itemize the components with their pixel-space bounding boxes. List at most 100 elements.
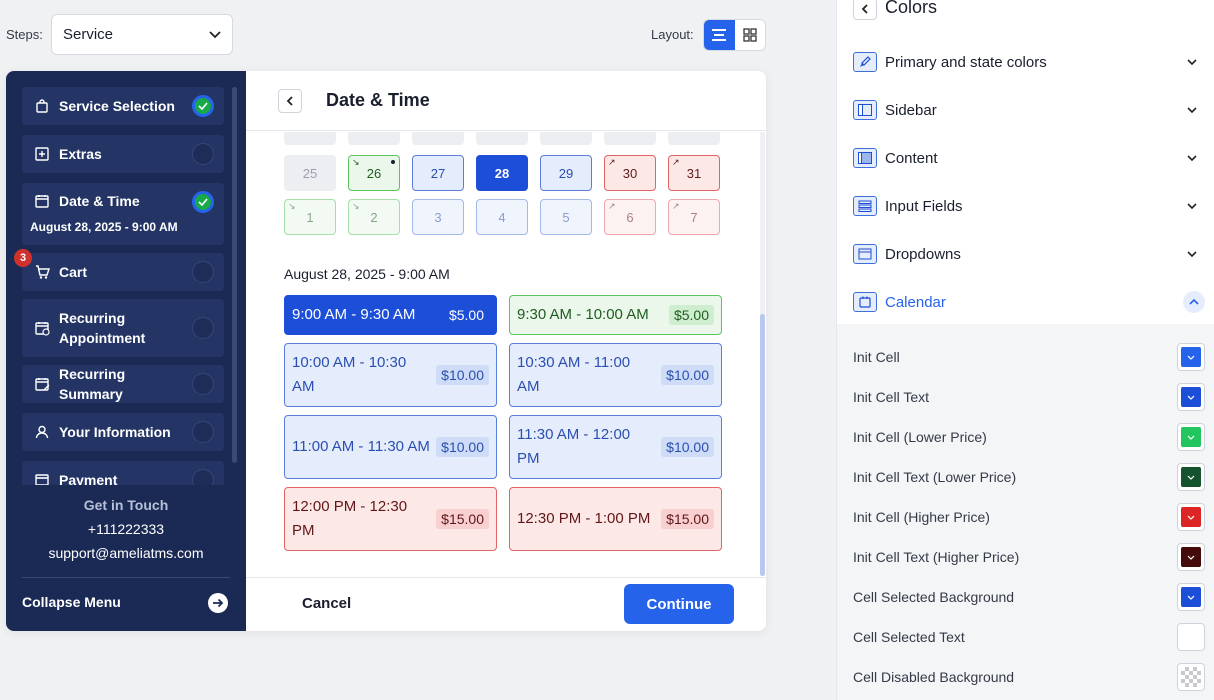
accordion-label: Sidebar [885, 101, 937, 119]
calendar-day-cell[interactable]: 3 [412, 199, 464, 235]
main-scrollbar-thumb[interactable] [760, 314, 765, 576]
sidebar-item-date-time[interactable]: Date & Time August 28, 2025 - 9:00 AM [22, 183, 224, 245]
color-picker[interactable] [1177, 503, 1205, 531]
color-picker[interactable] [1177, 463, 1205, 491]
sidebar-item-label: Cart [59, 264, 88, 280]
panel-back-button[interactable] [853, 0, 877, 20]
color-picker[interactable] [1177, 383, 1205, 411]
calendar-day-cell[interactable]: 4 [476, 199, 528, 235]
time-slot-time: 9:00 AM - 9:30 AM [292, 306, 416, 323]
time-slot[interactable]: 12:00 PM - 12:30 PM $15.00 [284, 487, 497, 551]
calendar-color-list: Init Cell Init Cell Text Init Cell (Lowe… [837, 324, 1214, 700]
sidebar-item-extras[interactable]: Extras [22, 135, 224, 173]
calendar-icon [853, 292, 877, 312]
color-picker[interactable] [1177, 423, 1205, 451]
calendar-day-cell: 19 [348, 132, 400, 145]
support-phone: +111222333 [87, 521, 165, 537]
sidebar-item-cart[interactable]: Cart [22, 253, 224, 291]
user-icon [34, 424, 50, 440]
calendar-day-cell: 21 [476, 132, 528, 145]
calendar-day-cell-selected[interactable]: 28 [476, 155, 528, 191]
chevron-down-icon [209, 28, 221, 42]
time-slot-time: 11:00 AM - 11:30 AM [292, 438, 430, 455]
calendar-day-cell[interactable]: 27 [412, 155, 464, 191]
calendar-day-cell[interactable]: ↗ 30 [604, 155, 656, 191]
collapse-menu-label[interactable]: Collapse Menu [22, 594, 121, 610]
sidebar-item-payment[interactable]: Payment [22, 461, 224, 485]
day-number: 30 [622, 165, 638, 181]
list-layout-icon [712, 29, 727, 41]
grid-layout-button[interactable] [735, 20, 766, 50]
time-slot[interactable]: 12:30 PM - 1:00 PM $15.00 [509, 487, 722, 551]
accordion-content[interactable]: Content [853, 144, 1205, 172]
time-slot-time: 9:30 AM - 10:00 AM [517, 306, 649, 323]
calendar-day-cell[interactable]: ↘ 2 [348, 199, 400, 235]
accordion-sidebar[interactable]: Sidebar [853, 96, 1205, 124]
steps-label: Steps: [6, 27, 43, 42]
arrow-right-icon[interactable] [208, 593, 228, 613]
accordion-input-fields[interactable]: Input Fields [853, 192, 1205, 220]
time-slot-selected[interactable]: 9:00 AM - 9:30 AM $5.00 [284, 295, 497, 335]
calendar-day-cell: 22 [540, 132, 592, 145]
time-slot[interactable]: 11:00 AM - 11:30 AM $10.00 [284, 415, 497, 479]
color-picker[interactable] [1177, 583, 1205, 611]
color-row-cell-selected-text: Cell Selected Text [853, 623, 1205, 651]
sidebar-item-your-information[interactable]: Your Information [22, 413, 224, 451]
lower-price-arrow-icon: ↘ [288, 201, 296, 211]
accordion-dropdowns[interactable]: Dropdowns [853, 240, 1205, 268]
cancel-button[interactable]: Cancel [302, 595, 351, 612]
calendar-day-cell[interactable]: ↗ 6 [604, 199, 656, 235]
step-sidebar: Service Selection Extras Date & Time Aug… [6, 71, 246, 631]
time-slot[interactable]: 11:30 AM - 12:00 PM $10.00 [509, 415, 722, 479]
chevron-down-icon [1187, 104, 1197, 116]
sidebar-item-service-selection[interactable]: Service Selection [22, 87, 224, 125]
sidebar-item-recurring-appointment[interactable]: Recurring Appointment [22, 299, 224, 357]
calendar-day-cell[interactable]: ↘ 26 [348, 155, 400, 191]
color-picker[interactable] [1177, 343, 1205, 371]
sidebar-item-label: Recurring Summary [59, 366, 126, 402]
calendar-day-cell[interactable]: ↘ 1 [284, 199, 336, 235]
accordion-calendar[interactable]: Calendar [853, 288, 1205, 316]
time-slot[interactable]: 9:30 AM - 10:00 AM $5.00 [509, 295, 722, 335]
color-picker[interactable] [1177, 663, 1205, 691]
list-layout-button[interactable] [704, 20, 735, 50]
time-slot-price: $15.00 [436, 509, 489, 529]
continue-button[interactable]: Continue [624, 584, 734, 624]
time-slot-time: 11:30 AM - 12:00 PM [517, 426, 631, 467]
sidebar-item-label: Your Information [59, 424, 171, 440]
time-slot-time: 10:30 AM - 11:00 AM [517, 354, 631, 395]
color-row-init-cell: Init Cell [853, 343, 1205, 371]
chevron-left-icon [861, 4, 868, 14]
calendar-edit-icon [34, 376, 50, 392]
time-slot-price: $15.00 [661, 509, 714, 529]
steps-select[interactable]: Service [51, 14, 233, 55]
chevron-down-icon [1181, 507, 1201, 527]
paint-brush-icon [853, 52, 877, 72]
day-number: 7 [690, 209, 698, 225]
time-slot[interactable]: 10:30 AM - 11:00 AM $10.00 [509, 343, 722, 407]
calendar-day-cell[interactable]: 5 [540, 199, 592, 235]
calendar-day-cell[interactable]: 29 [540, 155, 592, 191]
accordion-primary-colors[interactable]: Primary and state colors [853, 48, 1205, 76]
time-slot-time: 12:00 PM - 12:30 PM [292, 498, 408, 539]
calendar-day-cell[interactable]: ↗ 7 [668, 199, 720, 235]
chevron-down-icon [1181, 347, 1201, 367]
color-row-init-cell-higher: Init Cell (Higher Price) [853, 503, 1205, 531]
chevron-down-icon [1181, 467, 1201, 487]
back-button[interactable] [278, 89, 302, 113]
top-toolbar: Steps: Service Layout: [0, 0, 836, 70]
time-slot-price: $5.00 [448, 307, 484, 323]
time-slot-price: $10.00 [436, 365, 489, 385]
sidebar-item-recurring-summary[interactable]: Recurring Summary [22, 365, 224, 403]
sidebar-scrollbar[interactable] [232, 87, 237, 463]
color-picker[interactable] [1177, 543, 1205, 571]
calendar-day-cell: 24 [668, 132, 720, 145]
color-row-init-cell-text-higher: Init Cell Text (Higher Price) [853, 543, 1205, 571]
time-slot[interactable]: 10:00 AM - 10:30 AM $10.00 [284, 343, 497, 407]
color-label: Init Cell Text (Lower Price) [853, 469, 1017, 485]
lower-price-arrow-icon: ↘ [352, 201, 360, 211]
time-slot-price: $10.00 [661, 437, 714, 457]
calendar-day-cell[interactable]: ↗ 31 [668, 155, 720, 191]
color-picker[interactable] [1177, 623, 1205, 651]
color-row-init-cell-text-lower: Init Cell Text (Lower Price) [853, 463, 1205, 491]
